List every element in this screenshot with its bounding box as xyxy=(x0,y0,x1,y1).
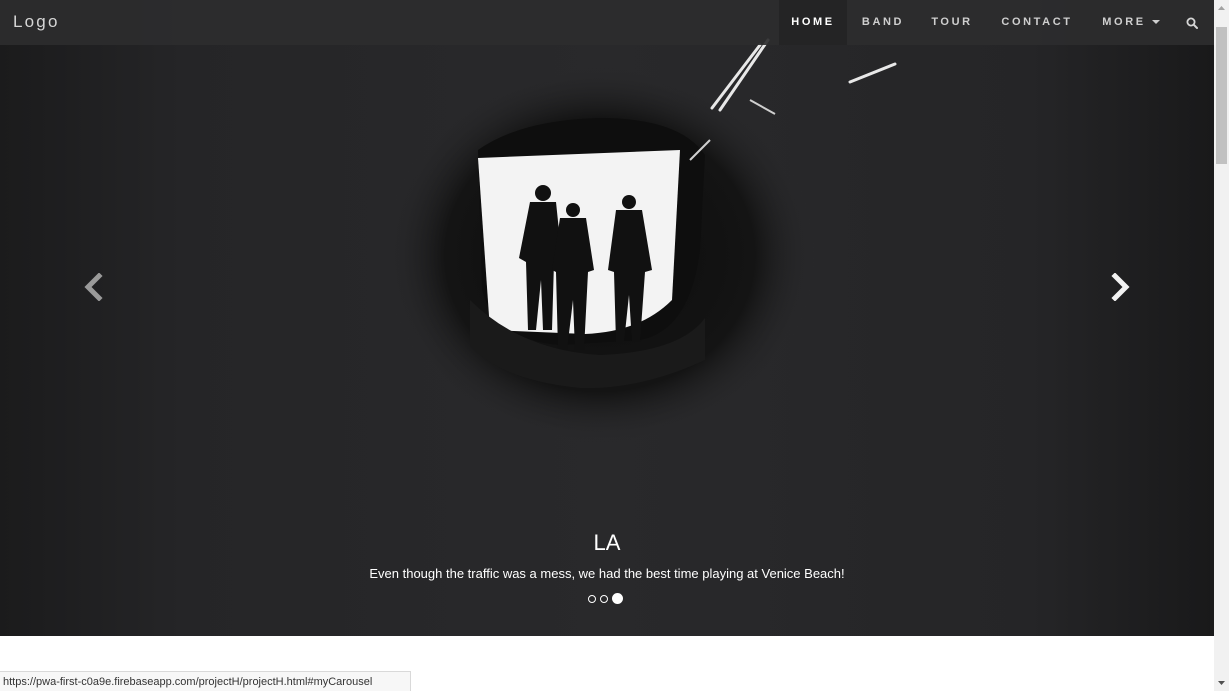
scroll-down-button[interactable] xyxy=(1214,674,1229,691)
carousel-indicator-2[interactable] xyxy=(600,594,608,603)
nav-home[interactable]: HOME xyxy=(779,0,847,45)
carousel-indicator-1[interactable] xyxy=(588,594,596,603)
scroll-up-button[interactable] xyxy=(1214,0,1229,17)
nav-contact[interactable]: CONTACT xyxy=(991,0,1083,45)
caption-text: Even though the traffic was a mess, we h… xyxy=(369,566,845,581)
nav-band[interactable]: BAND xyxy=(850,0,916,45)
status-bar-url: https://pwa-first-c0a9e.firebaseapp.com/… xyxy=(0,671,412,691)
nav-more-dropdown[interactable]: MORE xyxy=(1093,0,1169,45)
carousel-next-button[interactable] xyxy=(1098,265,1142,309)
search-icon xyxy=(1186,17,1198,29)
carousel-indicators xyxy=(588,593,623,604)
chevron-right-icon xyxy=(1111,273,1130,301)
scrollbar[interactable] xyxy=(1214,0,1229,691)
logo[interactable]: Logo xyxy=(13,12,60,32)
carousel-prev-button[interactable] xyxy=(72,265,116,309)
nav-tour[interactable]: TOUR xyxy=(921,0,983,45)
carousel-indicator-3[interactable] xyxy=(612,593,623,604)
caret-down-icon xyxy=(1151,20,1160,25)
caption-title: LA xyxy=(593,530,621,555)
scroll-up-arrow-icon xyxy=(1218,6,1225,10)
scroll-down-arrow-icon xyxy=(1218,681,1225,685)
nav-more-label: MORE xyxy=(1102,16,1146,28)
scrollbar-thumb[interactable] xyxy=(1216,27,1227,164)
search-button[interactable] xyxy=(1180,0,1204,45)
carousel: LA Even though the traffic was a mess, w… xyxy=(0,0,1214,636)
navbar: Logo HOME BAND TOUR CONTACT MORE xyxy=(0,0,1214,45)
chevron-left-icon xyxy=(84,273,103,301)
